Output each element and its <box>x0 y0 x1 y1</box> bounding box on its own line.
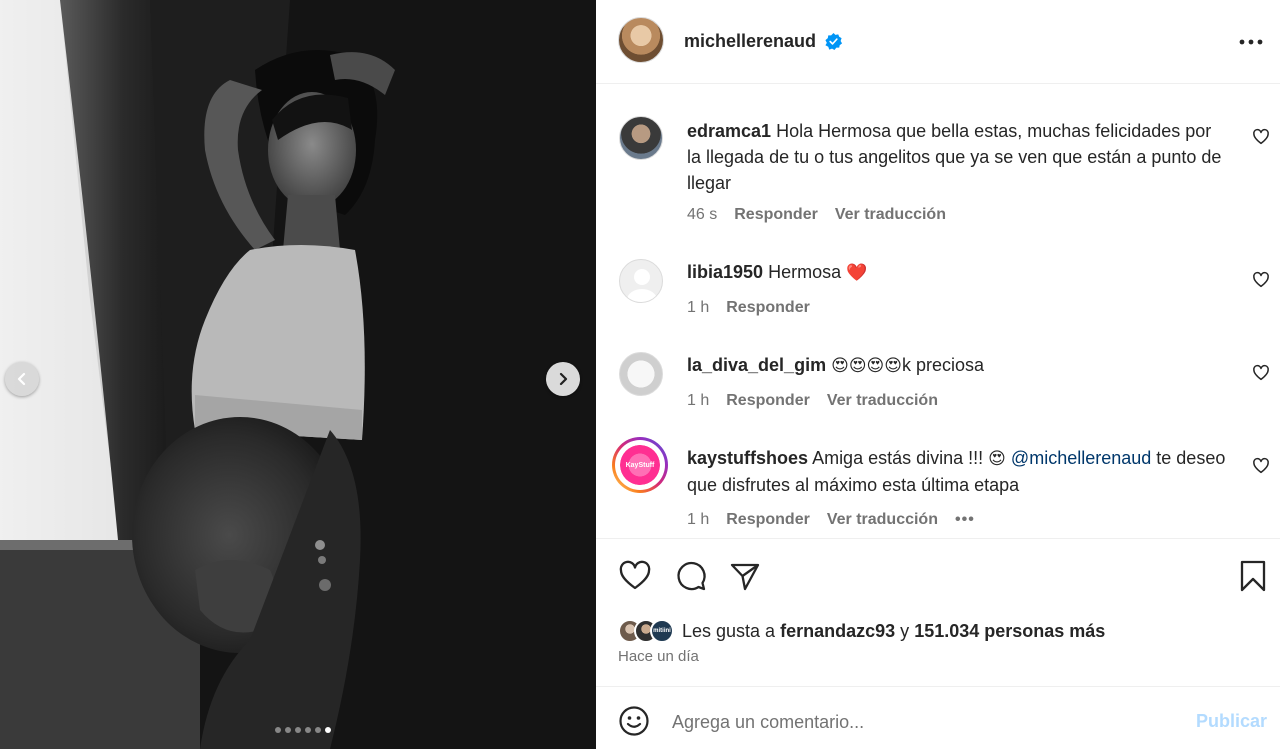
avatar[interactable] <box>619 259 663 303</box>
comment-timestamp: 1 h <box>687 299 710 316</box>
carousel-dot <box>285 727 291 733</box>
post-author-username[interactable]: michellerenaud <box>684 31 816 52</box>
bookmark-icon[interactable] <box>1236 559 1270 593</box>
reply-button[interactable]: Responder <box>726 511 810 529</box>
add-comment-bar: Publicar <box>596 686 1280 749</box>
comment-text: kaystuffshoes Amiga estás divina !!! 😍 @… <box>687 445 1227 498</box>
heart-eyes-emoji: 😍 <box>988 449 1006 469</box>
comment-username[interactable]: kaystuffshoes <box>687 448 808 468</box>
comment-body: Hermosa <box>768 262 842 282</box>
comment-icon[interactable] <box>674 559 708 593</box>
comment-username[interactable]: la_diva_del_gim <box>687 355 826 375</box>
liker-username[interactable]: fernandazc93 <box>780 621 895 641</box>
avatar[interactable] <box>619 352 663 396</box>
post-side-panel: michellerenaud edramca1 Hola Hermosa que… <box>596 0 1280 749</box>
carousel-dot <box>325 727 331 733</box>
comment-input[interactable] <box>672 707 1172 737</box>
heart-icon[interactable] <box>1252 271 1270 289</box>
carousel-dot <box>315 727 321 733</box>
post-actions: mitiini Les gusta a fernandazc93 y 151.0… <box>596 538 1280 686</box>
reply-button[interactable]: Responder <box>726 299 810 317</box>
post-header: michellerenaud <box>596 0 1280 84</box>
default-avatar-icon <box>627 269 657 302</box>
heart-eyes-emojis: 😍😍😍😍 <box>831 356 902 376</box>
publish-button[interactable]: Publicar <box>1196 711 1267 732</box>
carousel-dot <box>305 727 311 733</box>
likes-prefix: Les gusta a <box>682 620 776 641</box>
carousel-dot <box>295 727 301 733</box>
comment-text: libia1950 Hermosa ❤️ <box>687 259 1227 286</box>
comments-list[interactable]: edramca1 Hola Hermosa que bella estas, m… <box>596 85 1280 537</box>
likes-count-link[interactable]: 151.034 personas más <box>914 621 1105 641</box>
reply-button[interactable]: Responder <box>726 392 810 410</box>
likes-summary: mitiini Les gusta a fernandazc93 y 151.0… <box>618 619 1105 643</box>
more-options-icon[interactable] <box>1236 30 1266 54</box>
comment-username[interactable]: libia1950 <box>687 262 763 282</box>
heart-icon[interactable] <box>1252 457 1270 475</box>
translate-button[interactable]: Ver traducción <box>827 511 938 529</box>
comment-meta: 46 s Responder Ver traducción <box>687 206 946 224</box>
comment-timestamp: 46 s <box>687 206 718 223</box>
verified-badge-icon <box>825 32 843 51</box>
likes-text: Les gusta a fernandazc93 y 151.034 perso… <box>682 621 1105 642</box>
post-timestamp[interactable]: Hace un día <box>618 648 699 665</box>
comment-meta: 1 h Responder Ver traducción ••• <box>687 511 975 529</box>
comment-timestamp: 1 h <box>687 392 710 409</box>
post-media <box>0 0 596 749</box>
heart-icon[interactable] <box>1252 364 1270 382</box>
comment-meta: 1 h Responder <box>687 299 810 317</box>
likes-connector: y <box>900 620 910 641</box>
comment-body: Amiga estás divina !!! <box>812 448 984 468</box>
heart-icon[interactable] <box>1252 128 1270 146</box>
translate-button[interactable]: Ver traducción <box>827 392 938 410</box>
translate-button[interactable]: Ver traducción <box>835 206 946 224</box>
post-photo <box>0 0 596 749</box>
heart-emoji: ❤️ <box>846 263 868 283</box>
carousel-next-button[interactable] <box>546 362 580 396</box>
comment-meta: 1 h Responder Ver traducción <box>687 392 938 410</box>
comment-body: k preciosa <box>901 355 985 375</box>
comment-text: la_diva_del_gim 😍😍😍😍k preciosa <box>687 352 1227 379</box>
brand-logo: KayStuff <box>620 445 660 485</box>
reply-button[interactable]: Responder <box>734 206 818 224</box>
chevron-right-icon <box>559 372 568 386</box>
carousel-indicator <box>0 727 596 733</box>
avatar[interactable] <box>619 116 663 160</box>
carousel-dot <box>275 727 281 733</box>
comment-text: edramca1 Hola Hermosa que bella estas, m… <box>687 118 1227 196</box>
chevron-left-icon <box>17 372 26 386</box>
avatar[interactable]: mitiini <box>650 619 674 643</box>
avatar[interactable] <box>618 17 664 63</box>
share-icon[interactable] <box>728 559 762 593</box>
comment-timestamp: 1 h <box>687 511 710 528</box>
comment-username[interactable]: edramca1 <box>687 121 771 141</box>
heart-icon[interactable] <box>618 559 652 593</box>
carousel-prev-button[interactable] <box>5 362 39 396</box>
avatar[interactable]: KayStuff <box>612 437 668 493</box>
avatar-inner: KayStuff <box>615 440 665 490</box>
comment-more-options[interactable]: ••• <box>955 511 975 529</box>
emoji-icon[interactable] <box>618 705 650 737</box>
mention-link[interactable]: @michellerenaud <box>1011 448 1151 468</box>
